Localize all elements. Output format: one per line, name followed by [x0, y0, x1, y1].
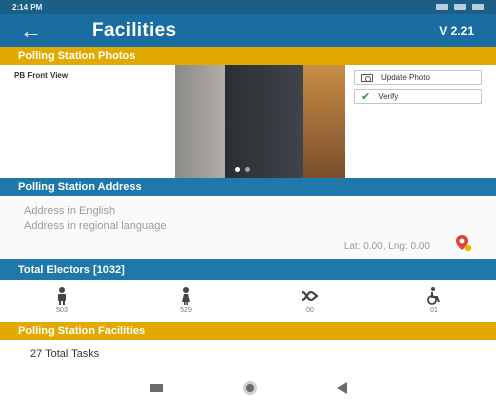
wifi-icon: [436, 4, 448, 10]
app-version: V 2.21: [439, 23, 474, 38]
facilities-section-header: Polling Station Facilities: [0, 322, 496, 340]
electors-section-header: Total Electors [1032]: [0, 259, 496, 280]
lat-lng-readout: Lat: 0.00, Lng: 0.00: [343, 241, 430, 252]
signal-icon: [454, 4, 466, 10]
facilities-header-label: Polling Station Facilities: [18, 325, 146, 337]
status-time: 2:14 PM: [12, 2, 43, 12]
address-section-header: Polling Station Address: [0, 178, 496, 196]
nav-back-icon[interactable]: [336, 381, 347, 394]
pager-dot: [245, 167, 250, 172]
electors-row: 503 529 00 01: [0, 280, 496, 320]
recent-apps-icon[interactable]: [149, 383, 163, 392]
update-photo-label: Update Photo: [381, 73, 430, 82]
page-title: Facilities: [92, 19, 177, 41]
polling-station-photo[interactable]: [175, 65, 345, 178]
battery-icon: [472, 4, 484, 10]
male-voter-icon: [58, 287, 66, 305]
photos-header-label: Polling Station Photos: [18, 50, 136, 62]
total-tasks[interactable]: 27 Total Tasks: [30, 348, 99, 360]
home-icon[interactable]: [242, 380, 257, 395]
system-nav-bar: [0, 372, 496, 403]
wheelchair-icon: [427, 287, 440, 305]
verify-label: Verify: [378, 92, 399, 101]
status-icons: [436, 4, 484, 10]
photo-view-label: PB Front View: [14, 71, 69, 80]
elector-pwd: 01: [372, 280, 496, 320]
female-voter-icon: [182, 287, 190, 305]
address-english: Address in English: [24, 205, 116, 217]
pager-dot-active: [235, 167, 240, 172]
address-regional: Address in regional language: [24, 220, 167, 232]
photo-door: [225, 65, 305, 178]
elector-female: 529: [124, 280, 248, 320]
photos-section-header: Polling Station Photos: [0, 47, 496, 65]
back-arrow-icon[interactable]: ←: [20, 19, 60, 42]
address-panel: Address in English Address in regional l…: [0, 196, 496, 258]
status-bar: 2:14 PM: [0, 0, 496, 14]
checkmark-icon: ✔: [361, 91, 371, 103]
electors-header-label: Total Electors [1032]: [18, 263, 125, 276]
elector-male: 503: [0, 280, 124, 320]
verify-button[interactable]: ✔ Verify: [354, 89, 482, 104]
photo-wall: [175, 65, 225, 178]
address-header-label: Polling Station Address: [18, 181, 142, 193]
female-count: 529: [180, 307, 192, 314]
update-photo-button[interactable]: Update Photo: [354, 70, 482, 85]
pwd-count: 01: [430, 307, 438, 314]
photo-pager[interactable]: [235, 167, 250, 172]
location-pin-icon[interactable]: [454, 234, 472, 252]
photo-door-frame: [303, 65, 345, 178]
app-bar: ← Facilities V 2.21: [0, 14, 496, 47]
photo-area: PB Front View Update Photo ✔ Verify: [0, 65, 496, 178]
third-gender-count: 00: [306, 307, 314, 314]
elector-third-gender: 00: [248, 280, 372, 320]
male-count: 503: [56, 307, 68, 314]
third-gender-icon: [301, 290, 319, 302]
camera-icon: [361, 73, 373, 82]
